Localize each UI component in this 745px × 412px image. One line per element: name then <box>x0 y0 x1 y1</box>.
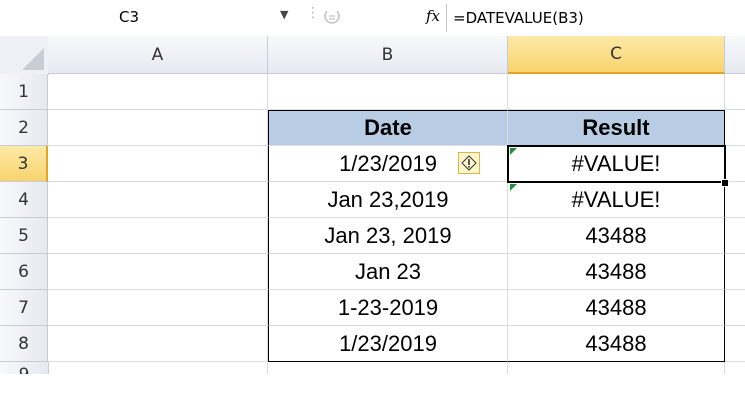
cell-c1[interactable] <box>508 74 725 110</box>
cell-d5[interactable] <box>725 218 745 254</box>
row-header-3[interactable]: 3 <box>0 146 48 182</box>
row-header-2[interactable]: 2 <box>0 110 48 146</box>
cell-d1[interactable] <box>725 74 745 110</box>
cell-c5[interactable]: 43488 <box>508 218 725 254</box>
cell-a6[interactable] <box>48 254 268 290</box>
cell-b7[interactable]: 1-23-2019 <box>268 290 508 326</box>
fx-icon[interactable]: 𝑓𝑥 <box>426 7 440 25</box>
cell-d2[interactable] <box>725 110 745 146</box>
cell-c7[interactable]: 43488 <box>508 290 725 326</box>
error-indicator-c4 <box>510 184 517 191</box>
chevron-down-icon[interactable]: ▼ <box>280 8 288 21</box>
cell-b6[interactable]: Jan 23 <box>268 254 508 290</box>
cell-c3[interactable]: #VALUE! <box>508 146 725 182</box>
cell-c9[interactable] <box>508 362 725 374</box>
cell-a5[interactable] <box>48 218 268 254</box>
table-header-result[interactable]: Result <box>508 110 725 146</box>
cell-b8[interactable]: 1/23/2019 <box>268 326 508 362</box>
cell-c8[interactable]: 43488 <box>508 326 725 362</box>
column-header-d[interactable] <box>725 36 745 74</box>
warning-diamond-icon[interactable] <box>458 152 480 174</box>
error-indicator-c3 <box>510 148 517 155</box>
column-header-b[interactable]: B <box>268 36 508 74</box>
row-header-8[interactable]: 8 <box>0 326 48 362</box>
cell-b3-value: 1/23/2019 <box>339 150 437 176</box>
cell-b4[interactable]: Jan 23,2019 <box>268 182 508 218</box>
cell-c4[interactable]: #VALUE! <box>508 182 725 218</box>
cell-a8[interactable] <box>48 326 268 362</box>
formula-input[interactable]: =DATEVALUE(B3) <box>446 4 745 32</box>
cell-a9[interactable] <box>48 362 268 374</box>
select-all-corner[interactable] <box>0 36 49 75</box>
cell-a4[interactable] <box>48 182 268 218</box>
cell-a2[interactable] <box>48 110 268 146</box>
cell-d3[interactable] <box>725 146 745 182</box>
name-box[interactable]: C3 <box>0 4 290 30</box>
cell-c6[interactable]: 43488 <box>508 254 725 290</box>
column-header-c[interactable]: C <box>508 36 725 74</box>
formula-bar-divider-icon: ⋮ <box>306 5 320 21</box>
row-header-4[interactable]: 4 <box>0 182 48 218</box>
row-header-6[interactable]: 6 <box>0 254 48 290</box>
table-header-date[interactable]: Date <box>268 110 508 146</box>
row-header-5[interactable]: 5 <box>0 218 48 254</box>
cell-a1[interactable] <box>48 74 268 110</box>
row-header-1[interactable]: 1 <box>0 74 48 110</box>
select-all-triangle-icon <box>22 48 44 70</box>
name-box-value: C3 <box>118 8 140 26</box>
fill-handle[interactable] <box>721 179 729 187</box>
cell-d4[interactable] <box>725 182 745 218</box>
cell-d7[interactable] <box>725 290 745 326</box>
formula-bar-mode-icon <box>322 8 344 26</box>
cell-b1[interactable] <box>268 74 508 110</box>
cell-d8[interactable] <box>725 326 745 362</box>
cell-b5[interactable]: Jan 23, 2019 <box>268 218 508 254</box>
cell-d6[interactable] <box>725 254 745 290</box>
cell-b9[interactable] <box>268 362 508 374</box>
column-header-a[interactable]: A <box>48 36 268 74</box>
row-header-7[interactable]: 7 <box>0 290 48 326</box>
row-header-9[interactable]: 9 <box>0 362 49 374</box>
formula-bar: C3 ▼ ⋮ 𝑓𝑥 =DATEVALUE(B3) <box>0 0 745 37</box>
cell-a7[interactable] <box>48 290 268 326</box>
cell-a3[interactable] <box>48 146 268 182</box>
